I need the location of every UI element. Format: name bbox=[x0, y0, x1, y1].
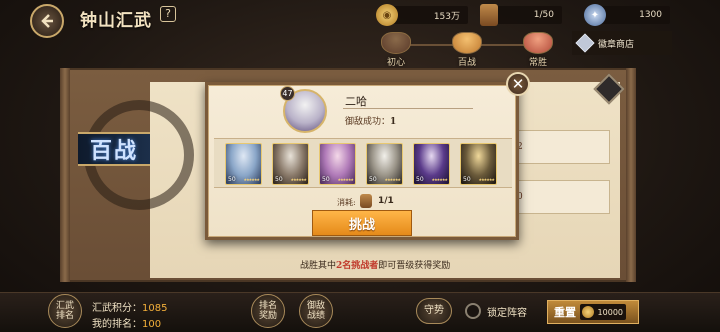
close-icon[interactable]: ✕ bbox=[506, 72, 530, 96]
hero-level: 50 bbox=[416, 176, 424, 183]
scroll-ticket-icon bbox=[480, 4, 498, 26]
bowl-icon bbox=[452, 32, 482, 54]
tab-label: 百战 bbox=[457, 58, 476, 68]
hero-stars: ★★★★★★ bbox=[431, 177, 447, 182]
defend-count: 1 bbox=[390, 117, 397, 127]
hero-stars: ★★★★★★ bbox=[243, 177, 259, 182]
hero-card[interactable]: 50 ★★★★★★ bbox=[366, 143, 403, 185]
hero-level: 50 bbox=[369, 176, 377, 183]
reset-label: 重置 bbox=[554, 306, 576, 319]
tab-chuxin[interactable]: 初心 bbox=[376, 32, 416, 68]
ranking-label: 汇武排名 bbox=[55, 301, 74, 321]
victory-hint: 战胜其中2名挑战者即可晋级获得奖励 bbox=[300, 258, 450, 271]
ticket-counter: 1/50 bbox=[488, 6, 562, 24]
opponent-level: 47 bbox=[280, 86, 295, 101]
reset-cost-value: 10000 bbox=[597, 307, 623, 317]
defense-record-label: 御敌战绩 bbox=[306, 301, 325, 321]
badge-shop-label: 徽章商店 bbox=[598, 39, 635, 50]
bowl-icon bbox=[523, 32, 553, 54]
defend-success: 御敌成功：1 bbox=[345, 114, 396, 127]
mode-banner-label: 百战 bbox=[89, 138, 138, 164]
tab-baizhan[interactable]: 百战 bbox=[447, 32, 487, 68]
hero-stars: ★★★★★★ bbox=[290, 177, 306, 182]
tab-label: 初心 bbox=[386, 58, 405, 68]
reset-cost: 10000 bbox=[580, 304, 626, 320]
hero-card[interactable]: 50 ★★★★★★ bbox=[225, 143, 262, 185]
guard-label: 守势 bbox=[424, 305, 444, 316]
my-rank-row: 我的排名：100 bbox=[92, 312, 161, 331]
hero-card[interactable]: 50 ★★★★★★ bbox=[460, 143, 497, 185]
opponent-row[interactable]: 0 bbox=[510, 180, 610, 214]
scroll-ticket-icon bbox=[360, 194, 372, 208]
ticket-value: 1/50 bbox=[533, 10, 554, 20]
mode-banner: 百战 bbox=[78, 132, 150, 166]
tab-label: 常胜 bbox=[528, 58, 547, 68]
ranking-button[interactable]: 汇武排名 bbox=[48, 294, 82, 328]
hero-level: 50 bbox=[275, 176, 283, 183]
hero-level: 50 bbox=[322, 176, 330, 183]
badge-icon bbox=[575, 33, 595, 53]
arrow-left-icon bbox=[41, 14, 53, 28]
hero-level: 50 bbox=[463, 176, 471, 183]
opponent-row[interactable]: 2 bbox=[510, 130, 610, 164]
guard-button[interactable]: 守势 bbox=[416, 298, 452, 324]
tab-changsheng[interactable]: 常胜 bbox=[518, 32, 558, 68]
coin-value: 153万 bbox=[433, 11, 460, 22]
rank-reward-button[interactable]: 排名奖励 bbox=[251, 294, 285, 328]
bowl-icon bbox=[381, 32, 411, 54]
coin-icon bbox=[582, 306, 594, 318]
victory-hint-suffix: 即可晋级获得奖励 bbox=[378, 261, 451, 271]
my-rank-label: 我的排名： bbox=[92, 319, 142, 330]
hero-card[interactable]: 50 ★★★★★★ bbox=[413, 143, 450, 185]
hero-card[interactable]: 50 ★★★★★★ bbox=[272, 143, 309, 185]
medal-value: 1300 bbox=[639, 10, 662, 20]
back-button[interactable] bbox=[30, 4, 64, 38]
hero-stars: ★★★★★★ bbox=[478, 177, 494, 182]
challenge-label: 挑战 bbox=[348, 217, 375, 233]
hero-stars: ★★★★★★ bbox=[384, 177, 400, 182]
cost-value: 1/1 bbox=[378, 196, 394, 206]
victory-hint-highlight: 2名挑战者 bbox=[336, 261, 379, 271]
board-pillar-left bbox=[60, 68, 70, 282]
cost-label: 消耗: bbox=[337, 198, 356, 207]
rank-reward-label: 排名奖励 bbox=[258, 301, 277, 321]
hero-card[interactable]: 50 ★★★★★★ bbox=[319, 143, 356, 185]
badge-shop-button[interactable]: 徽章商店 bbox=[572, 31, 672, 55]
help-icon[interactable]: ? bbox=[160, 6, 176, 22]
victory-hint-prefix: 战胜其中 bbox=[300, 261, 337, 271]
board-pillar-right bbox=[626, 68, 636, 282]
hero-stars: ★★★★★★ bbox=[337, 177, 353, 182]
reset-button[interactable]: 重置 10000 bbox=[547, 300, 639, 324]
lock-lineup-label: 锁定阵容 bbox=[487, 308, 527, 319]
coin-counter: 153万 bbox=[386, 6, 468, 24]
opponent-name: 二哈 bbox=[345, 95, 367, 108]
challenge-button[interactable]: 挑战 bbox=[312, 210, 412, 236]
page-title: 钟山汇武 bbox=[80, 11, 152, 31]
hero-level: 50 bbox=[228, 176, 236, 183]
defend-label: 御敌成功： bbox=[345, 117, 391, 127]
my-rank-value: 100 bbox=[142, 319, 162, 330]
badge-medal-icon: ✦ bbox=[584, 4, 606, 26]
lock-lineup-checkbox[interactable] bbox=[465, 303, 481, 319]
divider bbox=[343, 108, 473, 109]
coin-icon: ◉ bbox=[376, 4, 398, 26]
defense-record-button[interactable]: 御敌战绩 bbox=[299, 294, 333, 328]
